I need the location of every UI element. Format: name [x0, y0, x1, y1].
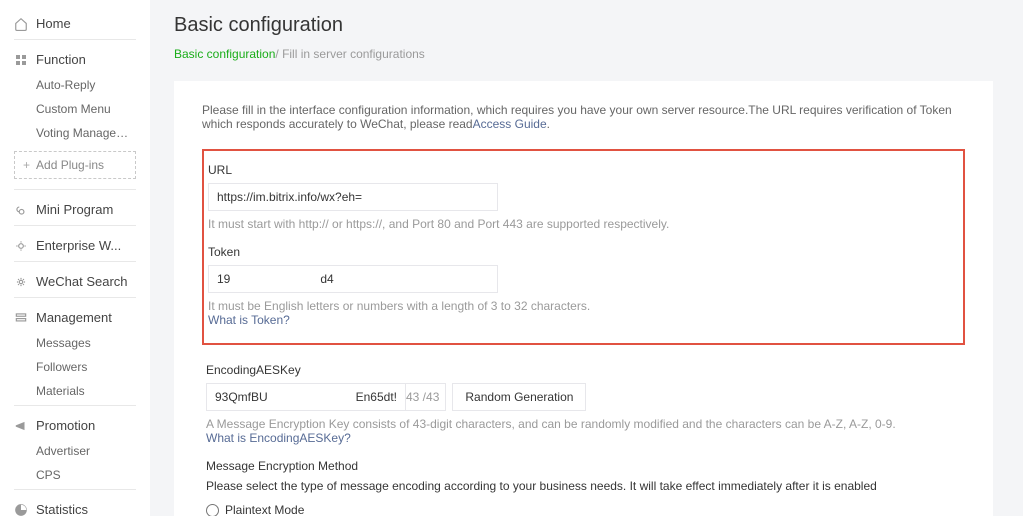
token-value-suffix: d4 — [320, 272, 333, 286]
page-title: Basic configuration — [174, 14, 993, 37]
url-input[interactable] — [208, 183, 498, 211]
token-label: Token — [208, 245, 959, 259]
divider — [14, 297, 136, 298]
nav-management-label: Management — [36, 310, 112, 325]
url-hint: It must start with http:// or https://, … — [208, 217, 959, 231]
nav-promotion[interactable]: Promotion — [14, 412, 136, 439]
nav-function[interactable]: Function — [14, 46, 136, 73]
radio-plaintext[interactable]: Plaintext Mode — [206, 503, 961, 516]
aes-label: EncodingAESKey — [206, 363, 961, 377]
nav-function-label: Function — [36, 52, 86, 67]
nav-promotion-label: Promotion — [36, 418, 95, 433]
enterprise-icon — [14, 239, 28, 253]
divider — [14, 225, 136, 226]
access-guide-link[interactable]: Access Guide — [473, 117, 547, 131]
nav-statistics[interactable]: Statistics — [14, 496, 136, 516]
nav-enterprise-label: Enterprise W... — [36, 238, 121, 253]
nav-messages[interactable]: Messages — [14, 331, 136, 355]
function-icon — [14, 53, 28, 67]
token-value-prefix: 19 — [217, 272, 230, 286]
main-content: Basic configuration Basic configuration/… — [150, 0, 1023, 516]
nav-management[interactable]: Management — [14, 304, 136, 331]
add-plugins-button[interactable]: + Add Plug-ins — [14, 151, 136, 179]
encryption-intro: Please select the type of message encodi… — [206, 479, 961, 493]
token-help-link[interactable]: What is Token? — [208, 313, 290, 327]
intro-tail: . — [547, 117, 550, 131]
nav-home[interactable]: Home — [14, 10, 136, 37]
nav-voting[interactable]: Voting Managem... — [14, 121, 136, 145]
url-label: URL — [208, 163, 959, 177]
nav-followers[interactable]: Followers — [14, 355, 136, 379]
nav-custom-menu[interactable]: Custom Menu — [14, 97, 136, 121]
nav-cps[interactable]: CPS — [14, 463, 136, 487]
divider — [14, 39, 136, 40]
management-icon — [14, 311, 28, 325]
nav-mini-program[interactable]: Mini Program — [14, 196, 136, 223]
breadcrumb-rest: Fill in server configurations — [282, 47, 425, 61]
add-plugins-label: Add Plug-ins — [36, 158, 104, 172]
divider — [14, 261, 136, 262]
home-icon — [14, 17, 28, 31]
nav-wechat-search-label: WeChat Search — [36, 274, 128, 289]
radio-plaintext-input[interactable] — [206, 504, 219, 516]
breadcrumb-current[interactable]: Basic configuration — [174, 47, 275, 61]
intro-text: Please fill in the interface configurati… — [202, 103, 965, 131]
promotion-icon — [14, 419, 28, 433]
divider — [14, 489, 136, 490]
random-generation-button[interactable]: Random Generation — [452, 383, 586, 411]
divider — [14, 405, 136, 406]
encryption-label: Message Encryption Method — [206, 459, 961, 473]
search-icon — [14, 275, 28, 289]
statistics-icon — [14, 503, 28, 516]
plus-icon: + — [23, 158, 30, 172]
nav-wechat-search[interactable]: WeChat Search — [14, 268, 136, 295]
mini-program-icon — [14, 203, 28, 217]
aes-value-prefix: 93QmfBU — [215, 390, 268, 404]
token-hint: It must be English letters or numbers wi… — [208, 299, 959, 313]
aes-value-suffix: En65dt! — [356, 390, 397, 404]
divider — [14, 189, 136, 190]
token-input[interactable]: 19 d4 — [208, 265, 498, 293]
aes-count: 43 /43 — [406, 383, 446, 411]
intro-body: Please fill in the interface configurati… — [202, 103, 952, 131]
nav-advertiser[interactable]: Advertiser — [14, 439, 136, 463]
sidebar: Home Function Auto-Reply Custom Menu Vot… — [0, 0, 150, 516]
aes-help-link[interactable]: What is EncodingAESKey? — [206, 431, 351, 445]
nav-auto-reply[interactable]: Auto-Reply — [14, 73, 136, 97]
nav-home-label: Home — [36, 16, 71, 31]
aes-hint: A Message Encryption Key consists of 43-… — [206, 417, 961, 431]
radio-plaintext-label: Plaintext Mode — [225, 503, 304, 516]
config-panel: Please fill in the interface configurati… — [174, 81, 993, 516]
aes-input[interactable]: 93QmfBU En65dt! — [206, 383, 406, 411]
highlighted-config: URL It must start with http:// or https:… — [202, 149, 965, 345]
nav-enterprise[interactable]: Enterprise W... — [14, 232, 136, 259]
breadcrumb: Basic configuration/ Fill in server conf… — [174, 47, 993, 61]
nav-statistics-label: Statistics — [36, 502, 88, 516]
nav-materials[interactable]: Materials — [14, 379, 136, 403]
nav-mini-program-label: Mini Program — [36, 202, 113, 217]
